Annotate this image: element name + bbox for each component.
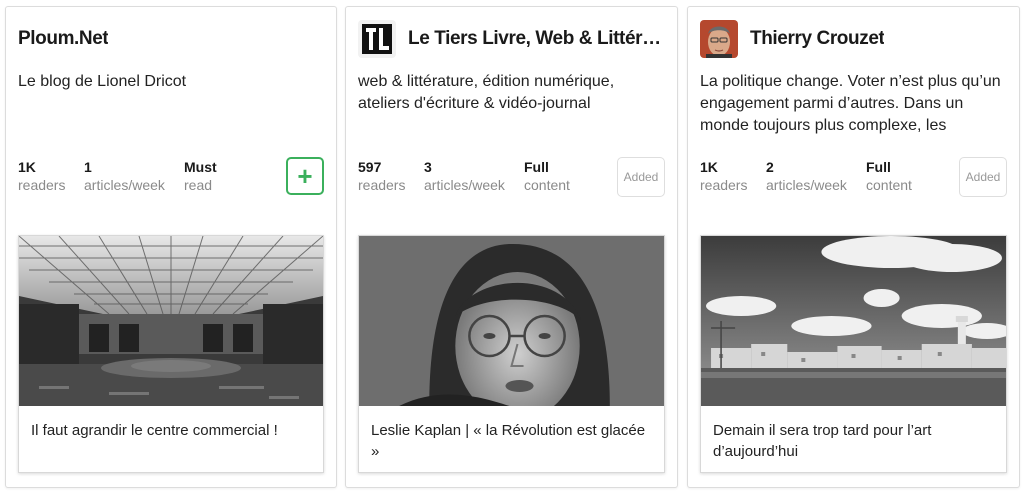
article-title: Leslie Kaplan | « la Révolution est glac… — [371, 422, 646, 460]
stat-value: 1K — [700, 159, 718, 175]
stat-label: articles/week — [424, 177, 505, 193]
feed-card-ploum: Ploum.Net Le blog de Lionel Dricot 1K re… — [5, 6, 337, 488]
stat-articles-per-week: 1 articles/week — [84, 159, 184, 194]
feed-description: web & littérature, édition numérique, at… — [358, 73, 615, 112]
stat-articles-per-week: 3 articles/week — [424, 159, 524, 194]
stat-content: Full content — [524, 159, 604, 194]
stat-value: Full — [524, 159, 549, 175]
feed-stats: 1K readers 2 articles/week Full content — [700, 159, 946, 194]
stat-badge: Must read — [184, 159, 264, 194]
stat-label: readers — [358, 177, 406, 193]
feed-title[interactable]: Thierry Crouzet — [750, 28, 884, 50]
stat-value: 3 — [424, 159, 432, 175]
card-header: Ploum.Net — [18, 19, 324, 59]
article-thumbnail — [359, 236, 664, 406]
card-header: Thierry Crouzet — [700, 19, 1007, 59]
stat-value: 2 — [766, 159, 774, 175]
article-title: Demain il sera trop tard pour l’art d’au… — [713, 422, 932, 460]
added-button[interactable]: Added — [959, 157, 1007, 197]
feed-title[interactable]: Ploum.Net — [18, 28, 108, 50]
feed-avatar — [700, 20, 738, 58]
article-card[interactable]: Il faut agrandir le centre commercial ! — [18, 235, 324, 473]
plus-icon: + — [297, 161, 313, 191]
stat-value: Must — [184, 159, 217, 175]
follow-button[interactable]: + — [286, 157, 324, 195]
article-thumbnail — [19, 236, 323, 406]
feed-description: Le blog de Lionel Dricot — [18, 73, 187, 90]
article-card[interactable]: Demain il sera trop tard pour l’art d’au… — [700, 235, 1007, 473]
stat-content: Full content — [866, 159, 946, 194]
feed-description: La politique change. Voter n’est plus qu… — [700, 73, 1001, 134]
stat-label: content — [524, 177, 570, 193]
feed-card-thierry-crouzet: Thierry Crouzet La politique change. Vot… — [687, 6, 1020, 488]
stat-label: readers — [700, 177, 748, 193]
stat-articles-per-week: 2 articles/week — [766, 159, 866, 194]
article-thumbnail — [701, 236, 1006, 406]
stat-value: 1 — [84, 159, 92, 175]
card-header: Le Tiers Livre, Web & Littéra… — [358, 19, 665, 59]
stat-label: readers — [18, 177, 66, 193]
feed-card-tiers-livre: Le Tiers Livre, Web & Littéra… web & lit… — [345, 6, 678, 488]
feed-avatar — [358, 20, 396, 58]
feed-title[interactable]: Le Tiers Livre, Web & Littéra… — [408, 28, 665, 50]
added-button[interactable]: Added — [617, 157, 665, 197]
article-title: Il faut agrandir le centre commercial ! — [31, 422, 278, 439]
feed-stats: 597 readers 3 articles/week Full content — [358, 159, 604, 194]
article-card[interactable]: Leslie Kaplan | « la Révolution est glac… — [358, 235, 665, 473]
stat-value: 1K — [18, 159, 36, 175]
stat-value: 597 — [358, 159, 382, 175]
stat-label: read — [184, 177, 213, 193]
stat-label: content — [866, 177, 912, 193]
stat-readers: 1K readers — [18, 159, 84, 194]
feed-stats: 1K readers 1 articles/week Must read — [18, 159, 264, 194]
stat-label: articles/week — [766, 177, 847, 193]
stat-readers: 597 readers — [358, 159, 424, 194]
stat-label: articles/week — [84, 177, 165, 193]
stat-value: Full — [866, 159, 891, 175]
stat-readers: 1K readers — [700, 159, 766, 194]
